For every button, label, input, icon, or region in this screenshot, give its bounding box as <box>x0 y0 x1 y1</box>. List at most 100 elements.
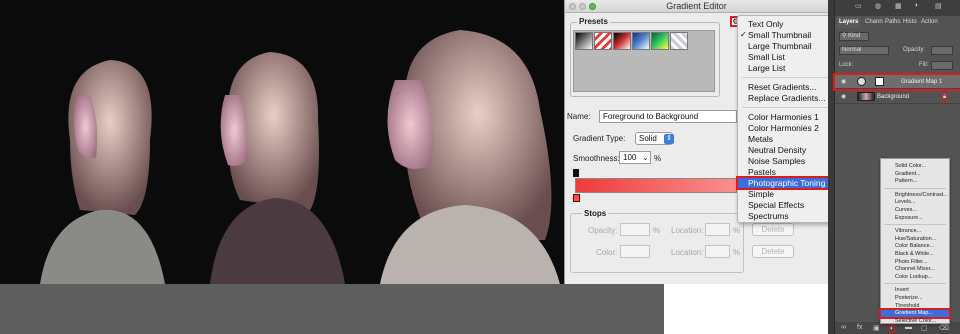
preset-swatch[interactable] <box>613 32 631 50</box>
adjustment-menu-item[interactable]: Brightness/Contrast... <box>881 192 949 199</box>
tool-icon[interactable]: ◐ <box>915 2 919 9</box>
screen: Gradient Editor Presets ⚙ Name: Foregrou… <box>0 0 960 334</box>
menu-item[interactable]: Spectrums <box>738 211 836 221</box>
color-stop-swatch[interactable] <box>620 245 650 258</box>
color-label: Color: <box>596 248 618 257</box>
menu-item-label: Color Harmonies 1 <box>748 112 819 122</box>
adjustment-menu-item[interactable]: Solid Color... <box>881 163 949 170</box>
chevron-down-icon[interactable]: ⌄ <box>642 153 649 162</box>
layer-row-gradient-map[interactable]: ◉ Gradient Map 1 <box>833 73 960 91</box>
menu-item[interactable]: Neutral Density <box>738 145 836 155</box>
menu-item[interactable]: Text Only <box>738 19 836 29</box>
opacity-location-field[interactable] <box>705 223 730 236</box>
adjustment-menu-item[interactable]: Curves... <box>881 207 949 214</box>
menu-item[interactable]: Metals <box>738 134 836 144</box>
filter-kind-select[interactable]: ⚲ Kind <box>839 32 869 41</box>
fx-icon[interactable]: fx <box>857 324 862 331</box>
preset-swatch[interactable] <box>651 32 669 50</box>
menu-item-label: Large List <box>748 63 786 73</box>
menu-item[interactable]: ✓ Small Thumbnail <box>738 30 836 40</box>
tab-channels[interactable]: Chann <box>863 17 885 28</box>
menu-separator <box>742 107 832 108</box>
layer-opacity-field[interactable] <box>931 46 953 55</box>
preset-swatch[interactable] <box>594 32 612 50</box>
dialog-title: Gradient Editor <box>666 1 727 11</box>
tab-histogram[interactable]: Histo <box>901 17 919 28</box>
tab-actions[interactable]: Action <box>919 17 940 28</box>
fill-label: Fill: <box>919 62 929 68</box>
menu-item[interactable]: Special Effects <box>738 200 836 210</box>
adjustment-layer-icon[interactable]: ◐ <box>889 324 896 333</box>
adjustment-menu-item[interactable]: Selective Color... <box>881 318 949 325</box>
tool-icon[interactable]: ▭ <box>855 2 862 10</box>
menu-item[interactable]: Photographic Toning <box>736 176 838 190</box>
adjustment-menu-item[interactable]: Pattern... <box>881 178 949 185</box>
opacity-label: Opacity: <box>903 47 926 53</box>
menu-item[interactable]: Color Harmonies 1 <box>738 112 836 122</box>
lock-icon[interactable]: 🔒︎ <box>941 93 949 102</box>
menu-item[interactable]: Large List <box>738 63 836 73</box>
menu-item-label: Replace Gradients... <box>748 93 826 103</box>
layer-fill-field[interactable] <box>931 61 953 70</box>
new-layer-icon[interactable]: ▢ <box>921 324 928 332</box>
gradient-preview-bar[interactable] <box>575 178 737 193</box>
adjustment-menu-item[interactable]: Photo Filter... <box>881 259 949 266</box>
adjustment-menu-item[interactable]: Black & White... <box>881 251 949 258</box>
adjustment-menu-item[interactable]: Gradient Map... <box>879 308 951 320</box>
preset-swatch[interactable] <box>575 32 593 50</box>
folder-icon[interactable]: ▬ <box>905 324 912 331</box>
lock-label: Lock: <box>839 62 854 68</box>
color-stop-marker[interactable] <box>573 194 580 202</box>
mask-icon[interactable]: ▣ <box>873 324 880 332</box>
adjustment-menu-item[interactable]: Channel Mixer... <box>881 266 949 273</box>
layer-row-background[interactable]: ◉ Background 🔒︎ <box>835 90 960 104</box>
eye-icon[interactable]: ◉ <box>841 93 846 100</box>
delete-opacity-stop-button[interactable]: Delete <box>752 223 794 236</box>
menu-item[interactable]: Large Thumbnail <box>738 41 836 51</box>
preset-swatch[interactable] <box>632 32 650 50</box>
tab-layers[interactable]: Layers <box>837 17 861 28</box>
blend-mode-select[interactable]: Normal <box>839 46 889 55</box>
presets-label: Presets <box>577 17 610 26</box>
dialog-titlebar[interactable]: Gradient Editor <box>565 0 828 13</box>
adjustment-menu-item[interactable]: Color Balance... <box>881 243 949 250</box>
menu-item-label: Photographic Toning <box>748 178 826 188</box>
menu-separator <box>884 283 946 285</box>
menu-item[interactable]: Reset Gradients... <box>738 82 836 92</box>
tool-icon[interactable]: ▤ <box>935 2 942 10</box>
delete-color-stop-button[interactable]: Delete <box>752 245 794 258</box>
adjustment-menu-item[interactable]: Threshold <box>881 303 949 310</box>
preset-swatches <box>573 30 715 92</box>
search-icon: ⚲ <box>842 33 847 39</box>
adjustment-menu-item[interactable]: Hue/Saturation... <box>881 236 949 243</box>
adjustment-menu-item[interactable]: Exposure... <box>881 215 949 222</box>
adjustment-menu-item[interactable]: Invert <box>881 287 949 294</box>
menu-item[interactable]: Simple <box>738 189 836 199</box>
tool-icon[interactable]: ◍ <box>875 2 881 10</box>
menu-item-label: Noise Samples <box>748 156 806 166</box>
opacity-field[interactable] <box>620 223 650 236</box>
gradient-name-field[interactable]: Foreground to Background <box>599 110 737 123</box>
menu-item[interactable]: Replace Gradients... <box>738 93 836 103</box>
adjustment-menu-item[interactable]: Color Lookup... <box>881 274 949 281</box>
color-location-label: Location: <box>671 248 704 257</box>
adjustment-menu-item[interactable]: Levels... <box>881 199 949 206</box>
menu-item[interactable]: Noise Samples <box>738 156 836 166</box>
link-icon[interactable]: ∞ <box>841 324 846 331</box>
menu-item-label: Text Only <box>748 19 784 29</box>
preset-swatch[interactable] <box>670 32 688 50</box>
tool-icon[interactable]: ▦ <box>895 2 902 10</box>
photo-canvas[interactable] <box>0 0 564 284</box>
menu-item[interactable]: Color Harmonies 2 <box>738 123 836 133</box>
menu-item[interactable]: Small List <box>738 52 836 62</box>
adjustment-menu-item[interactable]: Posterize... <box>881 295 949 302</box>
menu-item[interactable]: Pastels <box>738 167 836 177</box>
adjustment-menu-item[interactable]: Vibrance... <box>881 228 949 235</box>
name-label: Name: <box>567 112 591 121</box>
trash-icon[interactable]: ⌫ <box>939 324 949 332</box>
tab-paths[interactable]: Paths <box>883 17 902 28</box>
opacity-stop-marker[interactable] <box>573 169 579 177</box>
color-location-field[interactable] <box>705 245 730 258</box>
adjustment-menu-item[interactable]: Gradient... <box>881 171 949 178</box>
eye-icon[interactable]: ◉ <box>841 78 846 85</box>
